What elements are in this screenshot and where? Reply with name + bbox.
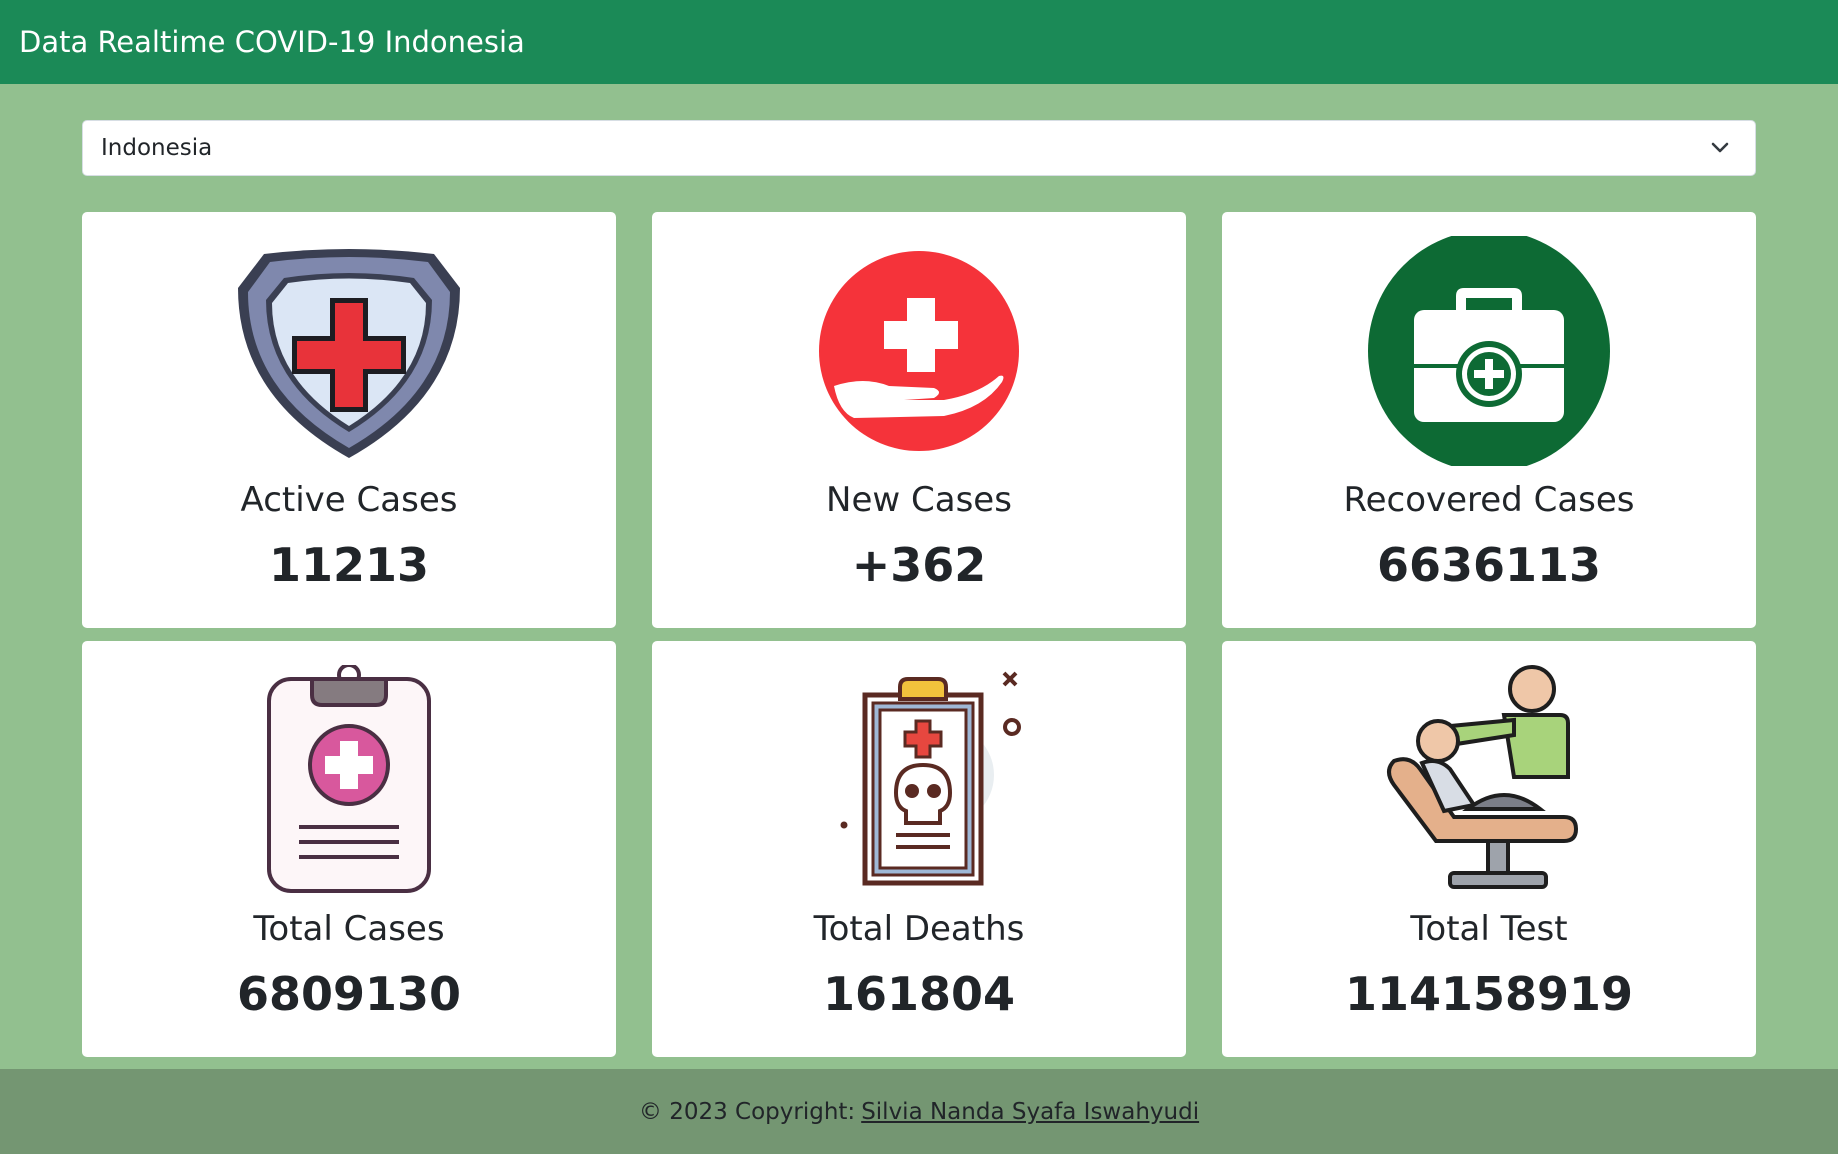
card-label: New Cases	[826, 480, 1012, 520]
clipboard-cross-icon	[267, 665, 431, 893]
card-label: Total Test	[1410, 909, 1568, 949]
card-value: 6636113	[1376, 538, 1602, 592]
card-total-test: Total Test 114158919	[1222, 641, 1756, 1057]
navbar: Data Realtime COVID-19 Indonesia	[0, 0, 1838, 84]
card-recovered-cases: Recovered Cases 6636113	[1222, 212, 1756, 628]
card-label: Active Cases	[240, 480, 458, 520]
card-label: Total Cases	[253, 909, 445, 949]
card-value: 6809130	[236, 967, 462, 1021]
card-new-cases: New Cases +362	[652, 212, 1186, 628]
death-report-icon	[840, 671, 1021, 886]
card-active-cases: Active Cases 11213	[82, 212, 616, 628]
navbar-title: Data Realtime COVID-19 Indonesia	[19, 25, 525, 59]
card-label: Recovered Cases	[1343, 480, 1635, 520]
card-total-deaths: Total Deaths 161804	[652, 641, 1186, 1057]
card-total-cases: Total Cases 6809130	[82, 641, 616, 1057]
card-label: Total Deaths	[813, 909, 1025, 949]
chevron-down-icon	[1711, 142, 1729, 153]
card-value: +362	[851, 538, 987, 592]
footer-copyright: © 2023 Copyright:	[638, 1098, 856, 1125]
country-select[interactable]: Indonesia	[82, 120, 1756, 176]
first-aid-kit-icon	[1368, 236, 1610, 466]
hand-cross-icon	[819, 251, 1019, 451]
country-select-value: Indonesia	[101, 135, 213, 161]
doctor-patient-icon	[1387, 665, 1579, 889]
shield-cross-icon	[238, 249, 460, 458]
card-value: 11213	[268, 538, 430, 592]
footer-author-link[interactable]: Silvia Nanda Syafa Iswahyudi	[861, 1099, 1199, 1125]
footer: © 2023 Copyright: Silvia Nanda Syafa Isw…	[0, 1069, 1838, 1154]
card-value: 114158919	[1344, 967, 1634, 1021]
card-value: 161804	[822, 967, 1016, 1021]
